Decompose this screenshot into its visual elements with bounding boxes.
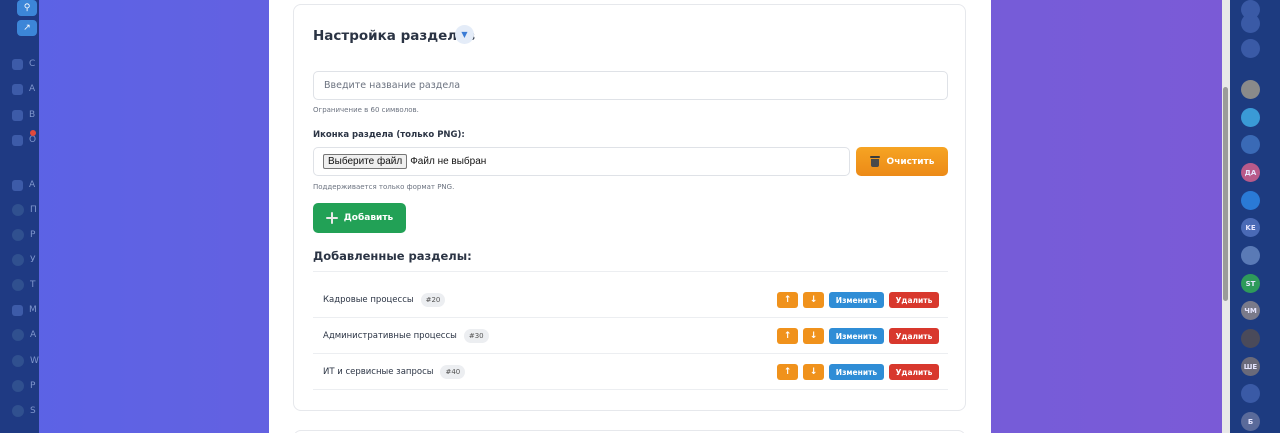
move-up-button[interactable]: ↑ (777, 328, 798, 344)
added-sections-title: Добавленные разделы: (313, 249, 472, 263)
edit-button[interactable]: Изменить (829, 328, 884, 344)
megaphone-icon (12, 304, 23, 316)
section-id-badge: #40 (440, 364, 466, 379)
add-button-label: Добавить (343, 213, 394, 223)
avatar (12, 329, 24, 341)
sidebar-item-4[interactable]: О (12, 130, 42, 147)
sidebar-item-13[interactable]: Р (12, 379, 42, 393)
avatar[interactable]: ДА (1241, 163, 1260, 182)
link-icon[interactable]: ⚲ (17, 0, 37, 16)
file-status: Файл не выбран (410, 156, 487, 167)
folder-icon (12, 179, 23, 191)
section-name: Кадровые процессы (323, 294, 414, 305)
delete-button[interactable]: Удалить (889, 292, 939, 308)
scrollbar-thumb[interactable] (1223, 87, 1228, 301)
sidebar-item-3[interactable]: В (12, 108, 42, 122)
avatar (12, 405, 24, 417)
row-actions: ↑ ↓ Изменить Удалить (777, 292, 939, 308)
sidebar-item-2[interactable]: А (12, 82, 42, 96)
add-section-button[interactable]: Добавить (313, 203, 406, 233)
help-icon (12, 204, 24, 216)
sidebar-item-10[interactable]: М (12, 303, 42, 317)
avatar[interactable] (1241, 329, 1260, 348)
avatar[interactable]: Б (1241, 412, 1260, 431)
window-icon (12, 58, 23, 70)
trash-icon (869, 156, 880, 167)
sidebar-item-8[interactable]: У (12, 253, 42, 267)
page-title: Настройка разделов (313, 28, 475, 44)
chart-icon (12, 109, 23, 121)
list-icon (12, 134, 23, 146)
sidebar-item-5[interactable]: А (12, 178, 42, 192)
avatar (12, 279, 24, 291)
move-up-button[interactable]: ↑ (777, 364, 798, 380)
move-down-button[interactable]: ↓ (803, 364, 824, 380)
divider (313, 271, 948, 272)
clear-button-label: Очистить (886, 156, 935, 167)
edit-button[interactable]: Изменить (829, 292, 884, 308)
section-id-badge: #30 (463, 328, 489, 343)
move-up-button[interactable]: ↑ (777, 292, 798, 308)
avatar[interactable]: ST (1241, 274, 1260, 293)
section-name: Административные процессы (323, 330, 457, 341)
section-settings-card: Настройка разделов ▼ Ограничение в 60 си… (293, 4, 966, 411)
car-icon (12, 83, 23, 95)
chat-icon[interactable] (1241, 39, 1260, 58)
list-item: Административные процессы #30 ↑ ↓ Измени… (313, 318, 948, 354)
message-icon[interactable] (1241, 108, 1260, 127)
avatar[interactable]: KE (1241, 218, 1260, 237)
list-item: Кадровые процессы #20 ↑ ↓ Изменить Удали… (313, 282, 948, 318)
group-icon[interactable] (1241, 135, 1260, 154)
sidebar-item-6[interactable]: П (12, 203, 42, 217)
avatar (12, 254, 24, 266)
move-down-button[interactable]: ↓ (803, 292, 824, 308)
icon-field-label: Иконка раздела (только PNG): (313, 130, 465, 140)
format-hint: Поддерживается только формат PNG. (313, 183, 455, 191)
name-hint: Ограничение в 60 символов. (313, 106, 419, 114)
notification-badge (30, 130, 36, 136)
external-link-icon[interactable]: ↗ (17, 20, 37, 36)
gear-icon[interactable] (1241, 384, 1260, 403)
gear-icon[interactable] (1241, 14, 1260, 33)
delete-button[interactable]: Удалить (889, 328, 939, 344)
sidebar-item-7[interactable]: Р (12, 228, 42, 242)
row-actions: ↑ ↓ Изменить Удалить (777, 328, 939, 344)
list-item: ИТ и сервисные запросы #40 ↑ ↓ Изменить … (313, 354, 948, 390)
sidebar-item-14[interactable]: S (12, 404, 42, 418)
delete-button[interactable]: Удалить (889, 364, 939, 380)
move-down-button[interactable]: ↓ (803, 328, 824, 344)
section-name: ИТ и сервисные запросы (323, 366, 434, 377)
collapse-toggle-icon[interactable]: ▼ (455, 25, 474, 44)
avatar[interactable] (1241, 80, 1260, 99)
section-name-input[interactable] (313, 71, 948, 100)
plus-icon (325, 212, 338, 224)
sidebar-item-11[interactable]: А (12, 328, 42, 342)
avatar (12, 380, 24, 392)
row-actions: ↑ ↓ Изменить Удалить (777, 364, 939, 380)
file-input[interactable]: Выберите файл Файл не выбран (313, 147, 850, 176)
avatar[interactable] (1241, 246, 1260, 265)
avatar (12, 229, 24, 241)
bookmark-icon[interactable] (1241, 191, 1260, 210)
avatar[interactable]: ЧМ (1241, 301, 1260, 320)
avatar (12, 355, 24, 367)
sidebar-item-9[interactable]: Т (12, 278, 42, 292)
modal-dialog: Настройка разделов ▼ Ограничение в 60 си… (269, 0, 991, 433)
avatar[interactable]: ШЕ (1241, 357, 1260, 376)
section-id-badge: #20 (420, 292, 446, 307)
sidebar-item-1[interactable]: С (12, 57, 42, 71)
choose-file-button[interactable]: Выберите файл (323, 154, 408, 169)
edit-button[interactable]: Изменить (829, 364, 884, 380)
left-sidebar: ⚲ ↗ С А В О А П Р У Т М А W Р S (0, 0, 39, 433)
sidebar-item-12[interactable]: W (12, 354, 42, 368)
clear-button[interactable]: Очистить (856, 147, 948, 176)
